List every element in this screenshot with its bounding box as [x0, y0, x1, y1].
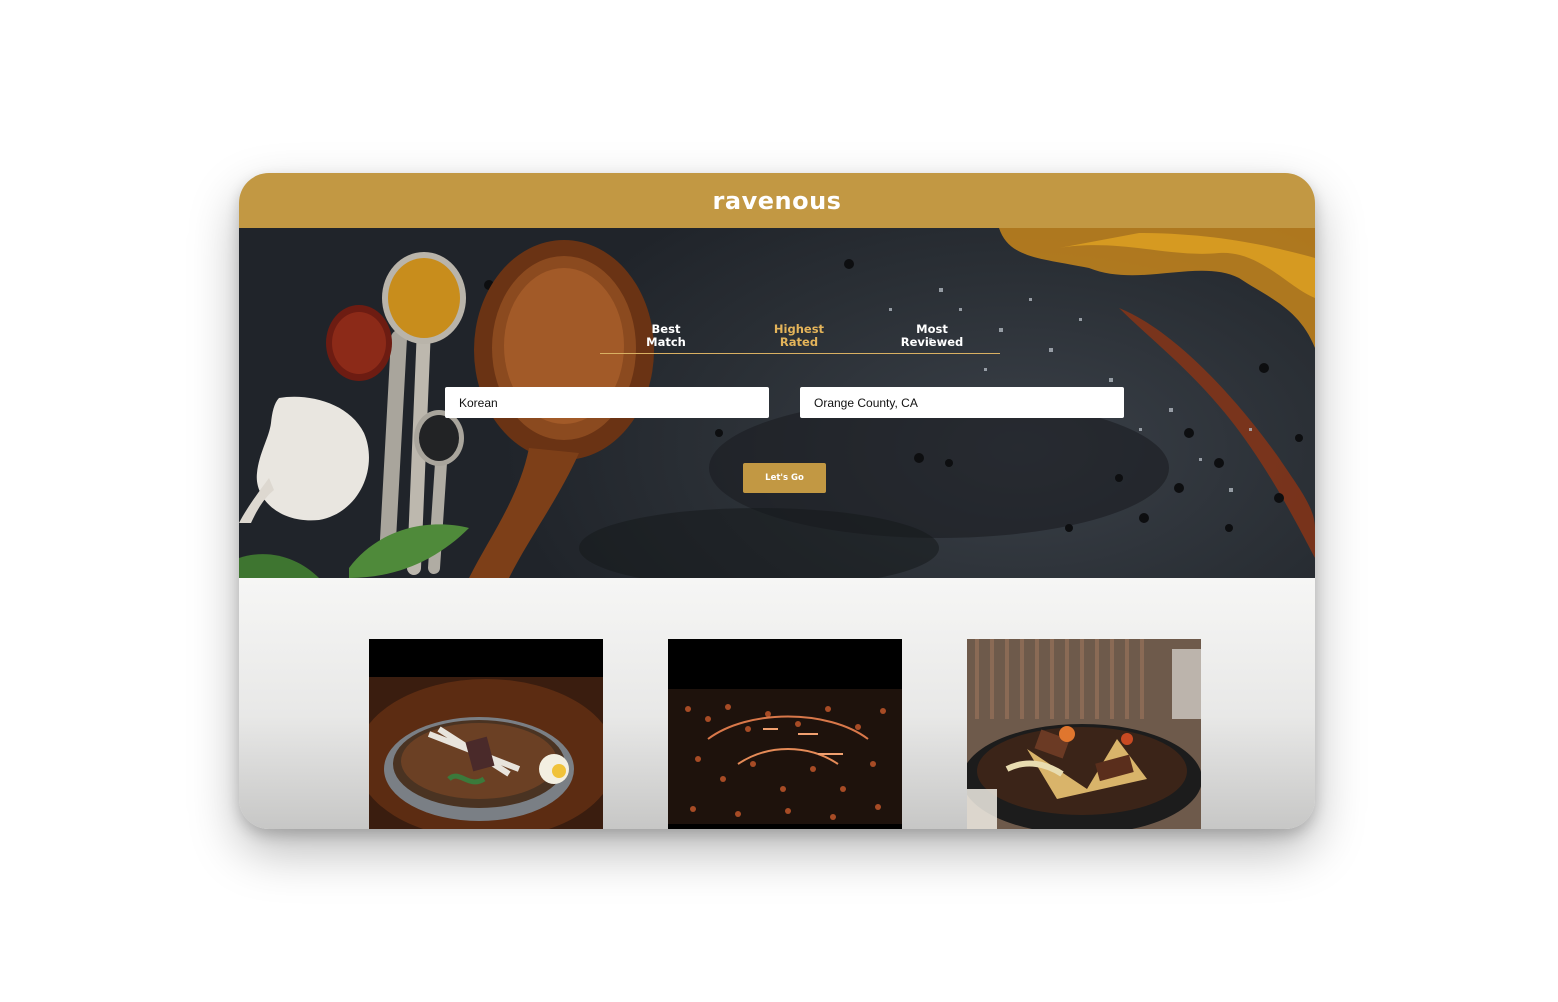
app-window: ravenous Best Match Highest Rated Most R… [239, 173, 1315, 829]
app-logo: ravenous [712, 186, 842, 215]
tab-most-reviewed-label-2: Reviewed [900, 335, 964, 349]
search-hero: Best Match Highest Rated Most Reviewed L… [239, 228, 1315, 578]
sort-options-underline [600, 353, 1000, 354]
food-photo-neon-korean-bbq-sign-icon [668, 639, 902, 829]
tab-best-match[interactable]: Best Match [616, 323, 716, 349]
app-header: ravenous [239, 173, 1315, 228]
spices-background-image [239, 228, 1315, 578]
business-card-1[interactable] [369, 639, 603, 829]
tab-highest-rated[interactable]: Highest Rated [749, 323, 849, 349]
sort-options: Best Match Highest Rated Most Reviewed [600, 321, 1000, 355]
tab-most-reviewed[interactable]: Most Reviewed [882, 323, 982, 349]
lets-go-button[interactable]: Let's Go [743, 463, 826, 493]
search-term-input[interactable] [445, 387, 769, 418]
food-photo-cold-noodle-soup-icon [369, 639, 603, 829]
tab-highest-rated-label-2: Rated [779, 335, 819, 349]
tab-best-match-label-2: Match [646, 335, 686, 349]
business-list [239, 578, 1315, 829]
business-card-2[interactable] [668, 639, 902, 829]
business-card-3[interactable] [967, 639, 1201, 829]
location-input[interactable] [800, 387, 1124, 418]
food-photo-braised-stew-icon [967, 639, 1201, 829]
